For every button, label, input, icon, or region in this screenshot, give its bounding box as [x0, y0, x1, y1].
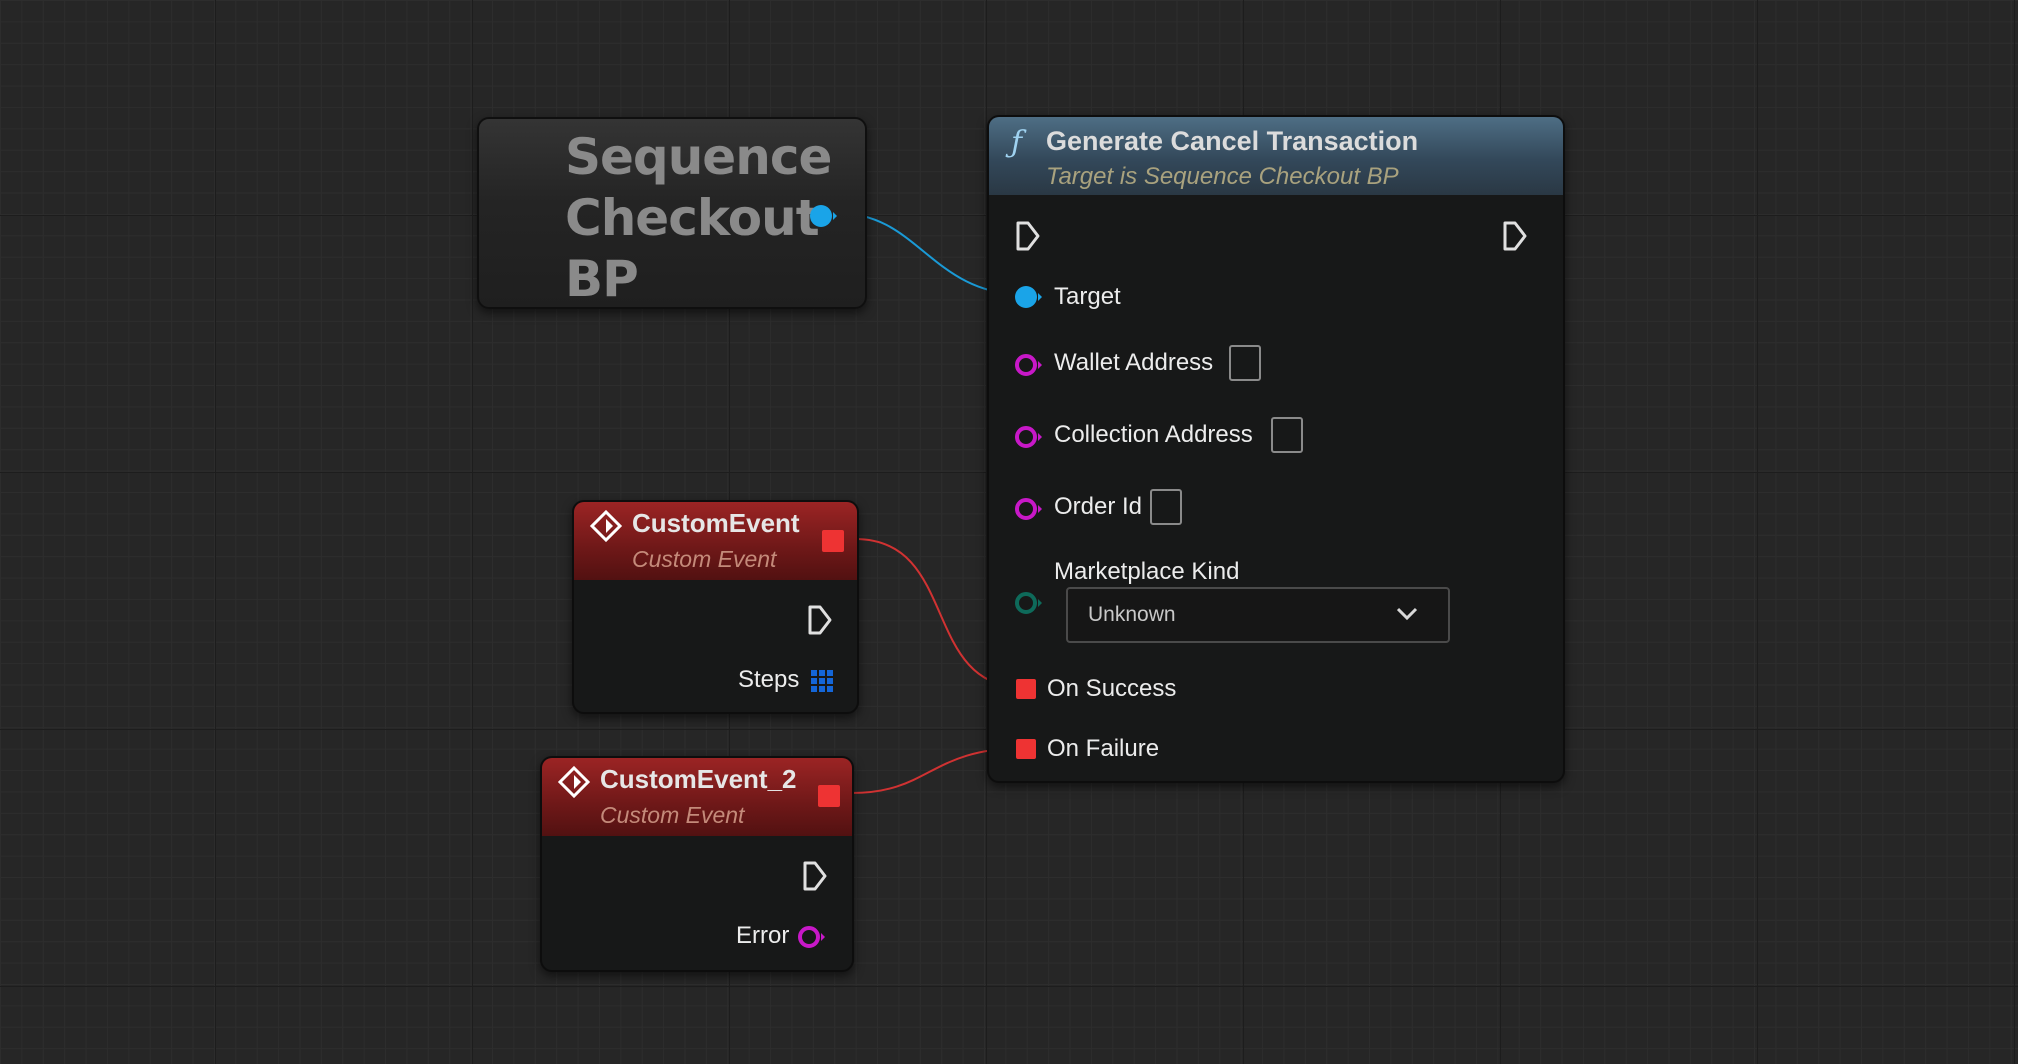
sequence-checkout-bp-node[interactable]: Sequence Checkout BP: [477, 117, 867, 309]
custom-event-2-header: CustomEvent_2 Custom Event: [542, 758, 852, 836]
custom-event-node[interactable]: CustomEvent Custom Event Steps: [572, 500, 859, 714]
error-string-pin[interactable]: [797, 924, 827, 950]
event-diamond-icon: [558, 766, 590, 798]
exec-output-pin[interactable]: [807, 604, 833, 636]
wallet-address-field[interactable]: [1229, 345, 1261, 381]
sequence-node-title: Sequence Checkout BP: [565, 127, 832, 310]
function-icon: ƒ: [1011, 125, 1023, 160]
order-id-pin[interactable]: [1014, 496, 1044, 522]
custom-event-2-subtitle: Custom Event: [600, 802, 745, 828]
error-output-label: Error: [736, 922, 790, 949]
custom-event-subtitle: Custom Event: [632, 546, 777, 572]
wallet-address-pin[interactable]: [1014, 352, 1044, 378]
order-id-field[interactable]: [1150, 489, 1182, 525]
on-success-label: On Success: [1047, 675, 1177, 702]
marketplace-kind-value: Unknown: [1088, 603, 1176, 626]
exec-output-pin[interactable]: [802, 860, 828, 892]
collection-address-label: Collection Address: [1054, 421, 1253, 448]
on-success-pin[interactable]: [1016, 679, 1036, 699]
custom-event-header: CustomEvent Custom Event: [574, 502, 857, 580]
exec-output-pin[interactable]: [1502, 220, 1528, 252]
target-input-pin[interactable]: [1014, 284, 1044, 310]
chevron-down-icon: [1396, 607, 1418, 621]
steps-array-pin[interactable]: [810, 669, 834, 693]
function-node-header: ƒ Generate Cancel Transaction Target is …: [989, 117, 1563, 195]
custom-event-2-node[interactable]: CustomEvent_2 Custom Event Error: [540, 756, 854, 972]
order-id-label: Order Id: [1054, 493, 1143, 520]
event-diamond-icon: [590, 510, 622, 542]
steps-output-label: Steps: [738, 666, 800, 693]
marketplace-kind-dropdown[interactable]: Unknown: [1066, 587, 1450, 643]
function-node-subtitle: Target is Sequence Checkout BP: [1046, 163, 1399, 190]
sequence-title-line-3: BP: [565, 250, 639, 308]
event-delegate-pin[interactable]: [818, 785, 840, 807]
on-failure-label: On Failure: [1047, 735, 1160, 762]
event-delegate-pin[interactable]: [822, 530, 844, 552]
sequence-title-line-2: Checkout: [565, 189, 820, 247]
collection-address-field[interactable]: [1271, 417, 1303, 453]
exec-input-pin[interactable]: [1015, 220, 1041, 252]
target-pin-label: Target: [1054, 283, 1121, 310]
wallet-address-label: Wallet Address: [1054, 349, 1214, 376]
custom-event-title: CustomEvent: [632, 508, 800, 538]
custom-event-2-title: CustomEvent_2: [600, 764, 797, 794]
function-node-title: Generate Cancel Transaction: [1046, 126, 1419, 156]
on-failure-pin[interactable]: [1016, 739, 1036, 759]
marketplace-kind-label: Marketplace Kind: [1054, 558, 1240, 585]
collection-address-pin[interactable]: [1014, 424, 1044, 450]
sequence-title-line-1: Sequence: [565, 128, 832, 186]
marketplace-kind-pin[interactable]: [1014, 590, 1044, 616]
object-output-pin[interactable]: [809, 203, 839, 229]
generate-cancel-transaction-node[interactable]: ƒ Generate Cancel Transaction Target is …: [987, 115, 1565, 783]
